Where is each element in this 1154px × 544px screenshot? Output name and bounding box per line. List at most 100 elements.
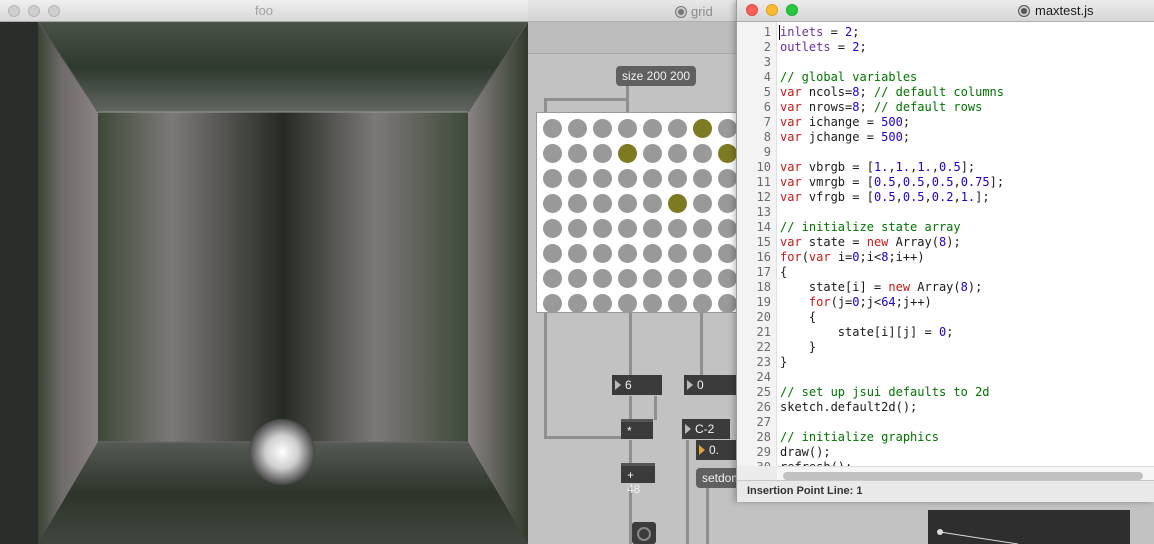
code-line: 4 // global variables (737, 70, 1154, 85)
size-message-box[interactable]: size 200 200 (616, 66, 697, 86)
grid-cell[interactable] (693, 194, 712, 213)
grid-cell[interactable] (668, 169, 687, 188)
grid-cell[interactable] (643, 219, 662, 238)
grid-cell[interactable] (693, 119, 712, 138)
grid-cell[interactable] (568, 269, 587, 288)
code-text: var jchange = 500; (780, 130, 911, 144)
grid-cell[interactable] (643, 144, 662, 163)
grid-cell[interactable] (618, 244, 637, 263)
code-text: var nrows=8; // default rows (780, 100, 983, 114)
multiply-object[interactable]: * (621, 419, 653, 439)
grid-cell[interactable] (668, 119, 687, 138)
grid-cell[interactable] (718, 244, 737, 263)
grid-cell[interactable] (618, 119, 637, 138)
grid-cell[interactable] (643, 294, 662, 313)
close-button[interactable] (746, 4, 758, 16)
grid-cell[interactable] (618, 219, 637, 238)
add-object[interactable]: + 48 (621, 463, 655, 496)
code-line: 22 } (737, 340, 1154, 355)
grid-cell[interactable] (718, 169, 737, 188)
grid-cell[interactable] (718, 119, 737, 138)
code-text: var vfrgb = [0.5,0.5,0.2,1.]; (780, 190, 990, 204)
grid-cell[interactable] (693, 294, 712, 313)
scrollbar-thumb[interactable] (783, 472, 1143, 480)
grid-cell[interactable] (693, 144, 712, 163)
grid-cell[interactable] (618, 169, 637, 188)
grid-cell[interactable] (568, 294, 587, 313)
grid-cell[interactable] (618, 294, 637, 313)
grid-cell[interactable] (543, 169, 562, 188)
patch-cable (544, 98, 628, 101)
grid-cell[interactable] (693, 169, 712, 188)
line-number: 5 (763, 85, 771, 99)
code-text: var state = new Array(8); (780, 235, 961, 249)
grid-cell[interactable] (668, 294, 687, 313)
number-box-right[interactable]: 0 (684, 375, 736, 395)
grid-cell[interactable] (668, 219, 687, 238)
patch-cable (706, 488, 709, 544)
grid-cell[interactable] (568, 144, 587, 163)
grid-cell[interactable] (693, 244, 712, 263)
code-text: var vbrgb = [1.,1.,1.,0.5]; (780, 160, 976, 174)
grid-cell[interactable] (593, 144, 612, 163)
note-number-box[interactable]: C-2 (682, 419, 730, 439)
grid-cell[interactable] (568, 169, 587, 188)
toggle-object[interactable] (632, 522, 656, 544)
grid-cell[interactable] (593, 269, 612, 288)
jsui-grid[interactable] (536, 112, 737, 313)
line-number: 28 (756, 430, 771, 444)
zoom-button[interactable] (786, 4, 798, 16)
line-number: 26 (756, 400, 771, 414)
grid-cell[interactable] (543, 144, 562, 163)
grid-cell[interactable] (718, 294, 737, 313)
grid-cell[interactable] (643, 119, 662, 138)
code-text: } (780, 355, 788, 369)
grid-cell[interactable] (668, 194, 687, 213)
grid-cell[interactable] (668, 269, 687, 288)
grid-cell[interactable] (568, 119, 587, 138)
grid-cell[interactable] (568, 244, 587, 263)
grid-cell[interactable] (618, 269, 637, 288)
line-number: 6 (763, 100, 771, 114)
grid-cell[interactable] (543, 294, 562, 313)
grid-cell[interactable] (618, 194, 637, 213)
grid-cell[interactable] (593, 169, 612, 188)
grid-cell[interactable] (593, 119, 612, 138)
grid-cell[interactable] (718, 194, 737, 213)
code-text: sketch.default2d(); (780, 400, 918, 414)
grid-cell[interactable] (543, 119, 562, 138)
float-number-box[interactable]: 0. (696, 440, 736, 460)
grid-cell[interactable] (668, 244, 687, 263)
minimize-button[interactable] (766, 4, 778, 16)
code-editor[interactable]: 1 inlets = 2; 2 outlets = 2; 3 4 // global var… (737, 22, 1154, 466)
grid-cell[interactable] (643, 194, 662, 213)
grid-cell[interactable] (543, 244, 562, 263)
code-text: // initialize graphics (780, 430, 939, 444)
grid-cell[interactable] (568, 219, 587, 238)
grid-cell[interactable] (543, 269, 562, 288)
grid-cell[interactable] (643, 269, 662, 288)
grid-cell[interactable] (568, 194, 587, 213)
grid-cell[interactable] (593, 194, 612, 213)
grid-cell[interactable] (718, 269, 737, 288)
function-display[interactable] (928, 510, 1130, 544)
grid-cell[interactable] (618, 144, 637, 163)
grid-cell[interactable] (543, 219, 562, 238)
code-line: 25 // set up jsui defaults to 2d (737, 385, 1154, 400)
gl-render-view[interactable] (38, 22, 528, 544)
code-text: state[i] = new Array(8); (780, 280, 983, 294)
grid-cell[interactable] (543, 194, 562, 213)
grid-cell[interactable] (668, 144, 687, 163)
grid-cell[interactable] (593, 244, 612, 263)
grid-cell[interactable] (718, 219, 737, 238)
grid-cell[interactable] (593, 219, 612, 238)
grid-cell[interactable] (643, 169, 662, 188)
code-line: 27 (737, 415, 1154, 430)
number-box-left[interactable]: 6 (612, 375, 662, 395)
grid-cell[interactable] (718, 144, 737, 163)
grid-cell[interactable] (693, 269, 712, 288)
grid-cell[interactable] (643, 244, 662, 263)
grid-cell[interactable] (593, 294, 612, 313)
grid-cell[interactable] (693, 219, 712, 238)
render-window-title: foo (254, 3, 274, 18)
